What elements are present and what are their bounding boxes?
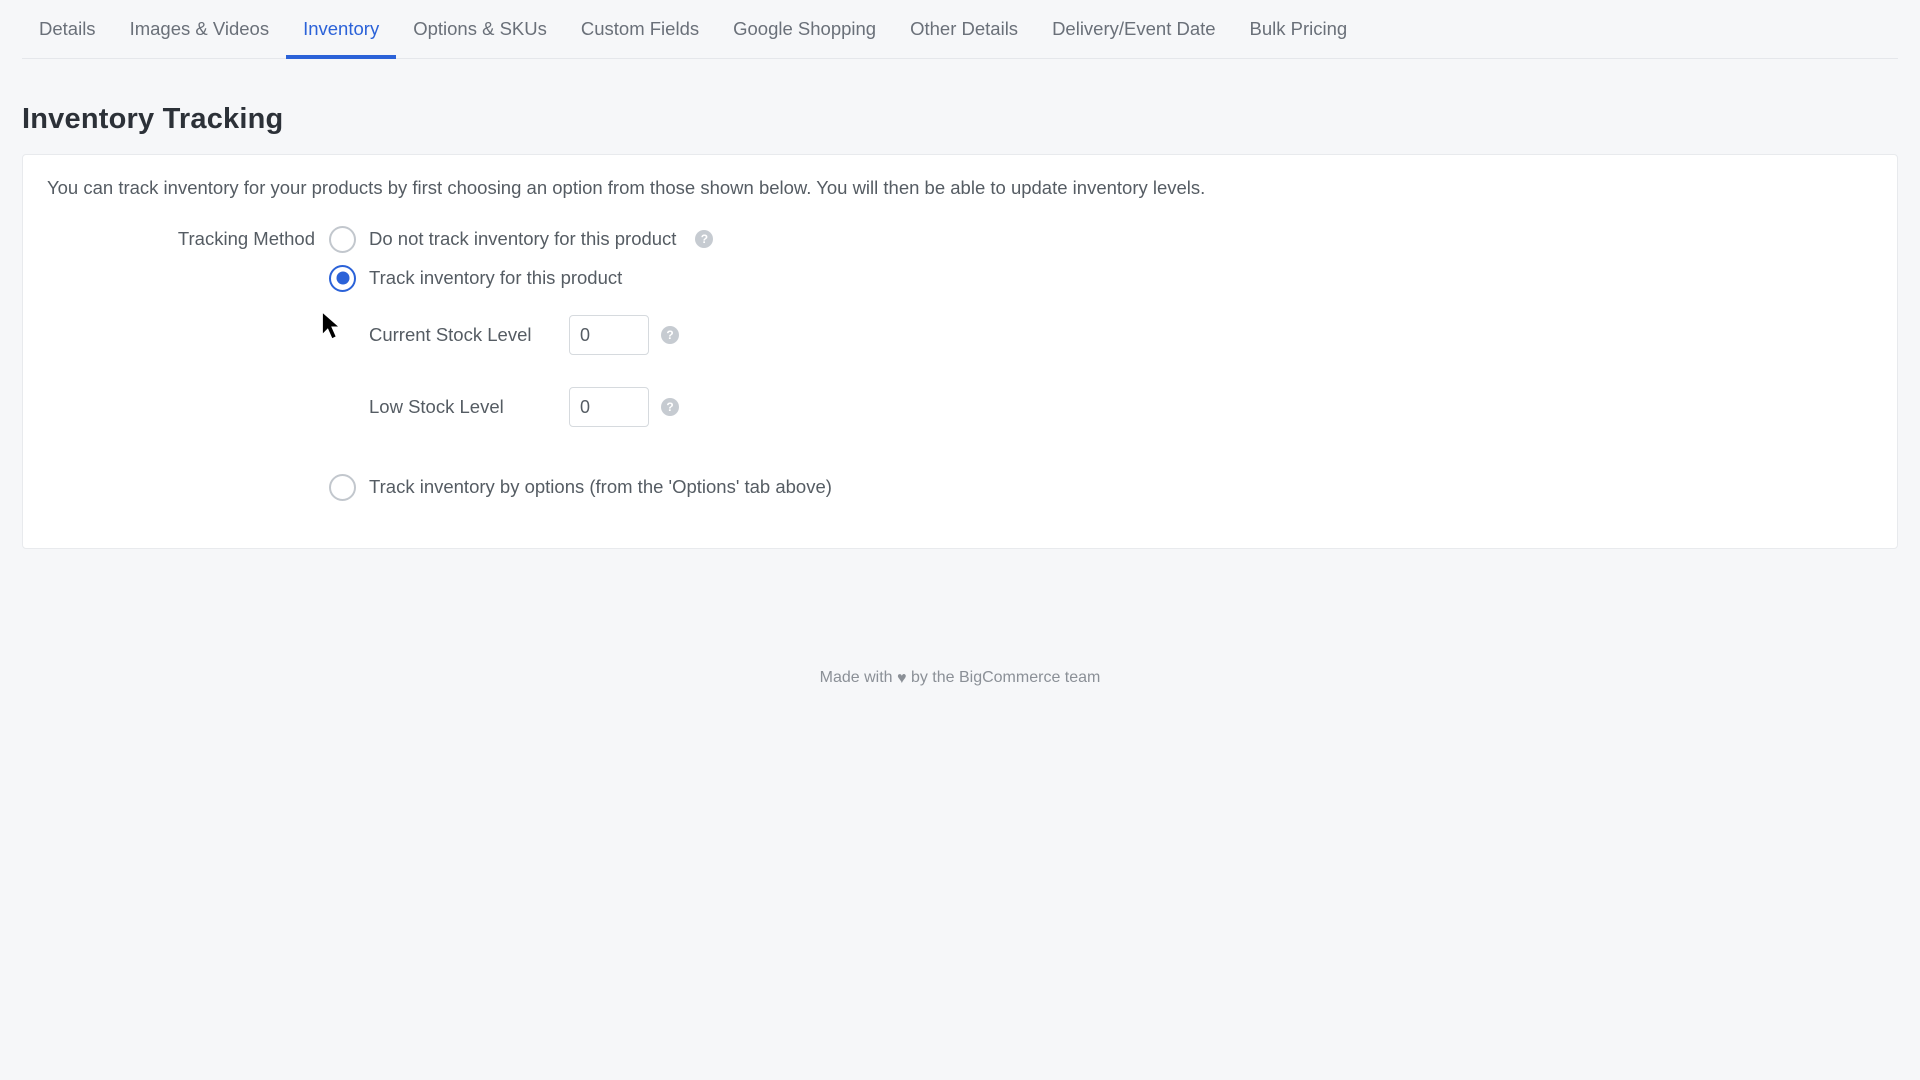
product-tabs: Details Images & Videos Inventory Option…	[22, 0, 1898, 59]
tab-options-skus[interactable]: Options & SKUs	[396, 0, 564, 58]
low-stock-input[interactable]	[569, 387, 649, 427]
footer-credit: Made with ♥ by the BigCommerce team	[22, 669, 1898, 687]
tab-other-details[interactable]: Other Details	[893, 0, 1035, 58]
radio-do-not-track[interactable]	[329, 226, 356, 253]
page-title: Inventory Tracking	[22, 103, 1898, 136]
radio-track-product[interactable]	[329, 265, 356, 292]
tab-google-shopping[interactable]: Google Shopping	[716, 0, 893, 58]
heart-icon: ♥	[897, 670, 907, 688]
current-stock-input[interactable]	[569, 315, 649, 355]
radio-do-not-track-label: Do not track inventory for this product	[369, 228, 676, 250]
radio-track-by-options-label: Track inventory by options (from the 'Op…	[369, 476, 832, 498]
help-icon[interactable]: ?	[661, 326, 679, 344]
inventory-panel: You can track inventory for your product…	[22, 154, 1898, 549]
tab-delivery-event-date[interactable]: Delivery/Event Date	[1035, 0, 1232, 58]
tracking-method-label: Tracking Method	[47, 223, 329, 250]
footer-prefix: Made with	[820, 669, 897, 686]
tab-images-videos[interactable]: Images & Videos	[113, 0, 287, 58]
help-icon[interactable]: ?	[661, 398, 679, 416]
panel-description: You can track inventory for your product…	[47, 177, 1873, 199]
tab-bulk-pricing[interactable]: Bulk Pricing	[1233, 0, 1365, 58]
radio-track-by-options[interactable]	[329, 474, 356, 501]
help-icon[interactable]: ?	[695, 230, 713, 248]
tab-inventory[interactable]: Inventory	[286, 0, 396, 58]
low-stock-label: Low Stock Level	[369, 396, 569, 418]
current-stock-label: Current Stock Level	[369, 324, 569, 346]
radio-track-product-label: Track inventory for this product	[369, 267, 622, 289]
tab-details[interactable]: Details	[22, 0, 113, 58]
tab-custom-fields[interactable]: Custom Fields	[564, 0, 716, 58]
footer-suffix: by the BigCommerce team	[907, 669, 1101, 686]
